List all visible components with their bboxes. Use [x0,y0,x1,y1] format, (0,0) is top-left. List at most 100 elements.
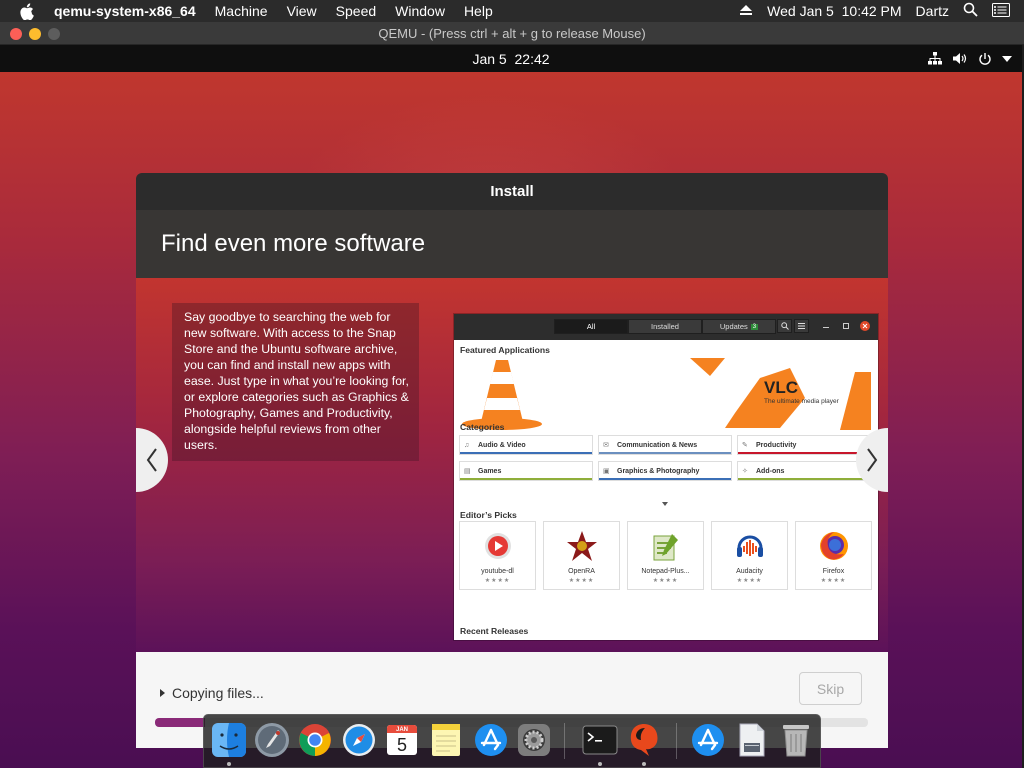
dock-running-indicator [598,762,602,766]
pencil-icon: ✎ [742,442,748,449]
qemu-window-titlebar[interactable]: QEMU - (Press ctrl + alt + g to release … [0,22,1024,45]
chevron-right-icon [867,448,878,472]
dock-preview-file[interactable] [733,721,771,759]
pick-card-notepad-plus: Notepad-Plus... ★★★★ [628,522,703,589]
image-icon: ▣ [603,468,610,475]
volume-icon[interactable] [952,52,968,65]
dock-qemu[interactable] [625,721,663,759]
menubar-user[interactable]: Dartz [916,3,949,19]
app-menu[interactable]: qemu-system-x86_64 [54,3,196,19]
puzzle-icon: ✧ [742,468,748,475]
mac-dock: JAN 5 [203,714,821,768]
menu-machine[interactable]: Machine [215,3,268,19]
calendar-day: 5 [396,735,407,755]
qemu-icon [630,724,658,756]
spotlight-search-icon[interactable] [963,2,978,20]
recent-releases-heading: Recent Releases [460,626,529,636]
expander-arrow-icon [160,689,165,697]
category-productivity: ✎ Productivity [738,436,870,454]
dock-trash[interactable] [777,721,815,759]
music-note-icon: ♫ [464,441,470,449]
dock-terminal[interactable] [581,721,619,759]
installer-window: Install Find even more software Say good… [136,173,888,748]
pick-rating: ★★★★ [820,578,847,584]
openra-icon [566,530,598,562]
screenshot-tab-installed: Installed [628,319,702,334]
ubuntu-top-bar: Jan 5 22:42 [0,45,1022,72]
dock-system-preferences[interactable] [515,721,553,759]
dock-running-indicator [642,762,646,766]
category-label: Communication & News [617,441,698,449]
screenshot-maximize-icon [841,321,851,331]
power-icon[interactable] [978,52,992,66]
finder-icon [212,723,246,757]
dock-app-store[interactable] [472,721,510,759]
screenshot-tab-updates-label: Updates [719,322,748,331]
pick-name: Notepad-Plus... [641,568,690,575]
slide-heading: Find even more software [161,230,426,257]
notes-icon [432,724,460,756]
screenshot-minimize-icon [821,321,831,331]
system-menu-arrow-icon[interactable] [1002,55,1012,62]
audacity-icon [734,530,766,562]
pick-rating: ★★★★ [652,578,679,584]
screenshot-tab-updates: Updates 3 [702,319,776,334]
pick-rating: ★★★★ [484,578,511,584]
dock-downloads-stack[interactable] [689,721,727,759]
dock-finder[interactable] [210,721,248,759]
skip-button[interactable]: Skip [799,672,862,705]
window-close-button[interactable] [10,28,22,40]
featured-banner: VLC The ultimate media player [460,358,871,430]
dock-safari[interactable] [340,721,378,759]
dock-notes[interactable] [427,721,465,759]
category-graphics-photography: ▣ Graphics & Photography [599,462,731,480]
terminal-icon [582,725,618,755]
dock-chrome[interactable] [296,721,334,759]
apple-menu-icon[interactable] [19,2,39,20]
screenshot-headerbar: All Installed Updates 3 [454,314,878,340]
menu-help[interactable]: Help [464,3,493,19]
window-minimize-button[interactable] [29,28,41,40]
safari-icon [343,724,375,756]
app-store-icon [475,724,507,756]
menu-view[interactable]: View [287,3,317,19]
launchpad-icon [255,723,289,757]
featured-app-tagline: The ultimate media player [764,398,839,405]
menu-window[interactable]: Window [395,3,445,19]
menu-speed[interactable]: Speed [336,3,376,19]
slideshow-slide: Say goodbye to searching the web for new… [136,278,888,652]
screenshot-tab-all: All [554,319,628,334]
previous-slide-button[interactable] [136,428,168,492]
dock-launchpad[interactable] [253,721,291,759]
youtube-dl-icon [482,530,514,562]
slide-description: Say goodbye to searching the web for new… [172,303,419,461]
featured-app-name: VLC [764,378,798,397]
ubuntu-clock[interactable]: Jan 5 22:42 [472,51,549,67]
notification-center-icon[interactable] [992,2,1010,20]
progress-details-toggle[interactable]: Copying files... [160,685,264,701]
window-zoom-button[interactable] [48,28,60,40]
vlc-cone-icon [462,358,871,430]
chevron-left-icon [146,448,157,472]
mac-menu-bar: qemu-system-x86_64 Machine View Speed Wi… [0,0,1024,22]
pick-name: Firefox [822,568,845,575]
calendar-month: JAN [395,727,408,733]
category-communication-news: ✉ Communication & News [599,436,731,454]
pick-name: OpenRA [568,568,595,575]
menubar-clock[interactable]: Wed Jan 5 10:42 PM [767,3,901,19]
dock-separator [564,723,565,759]
notepad-plus-icon [650,530,682,562]
categories-heading: Categories [460,422,505,432]
category-audio-video: ♫ Audio & Video [460,436,592,454]
editors-picks-heading: Editor’s Picks [460,510,517,520]
install-progress-fill [155,718,205,727]
eject-icon[interactable] [739,3,753,19]
progress-status-text: Copying files... [172,685,264,701]
network-icon[interactable] [928,52,942,65]
dock-separator [676,723,677,759]
pick-name: youtube-dl [481,568,514,575]
dock-running-indicator [227,762,231,766]
chrome-icon [299,724,331,756]
category-add-ons: ✧ Add-ons [738,462,870,480]
dock-calendar[interactable]: JAN 5 [383,721,421,759]
